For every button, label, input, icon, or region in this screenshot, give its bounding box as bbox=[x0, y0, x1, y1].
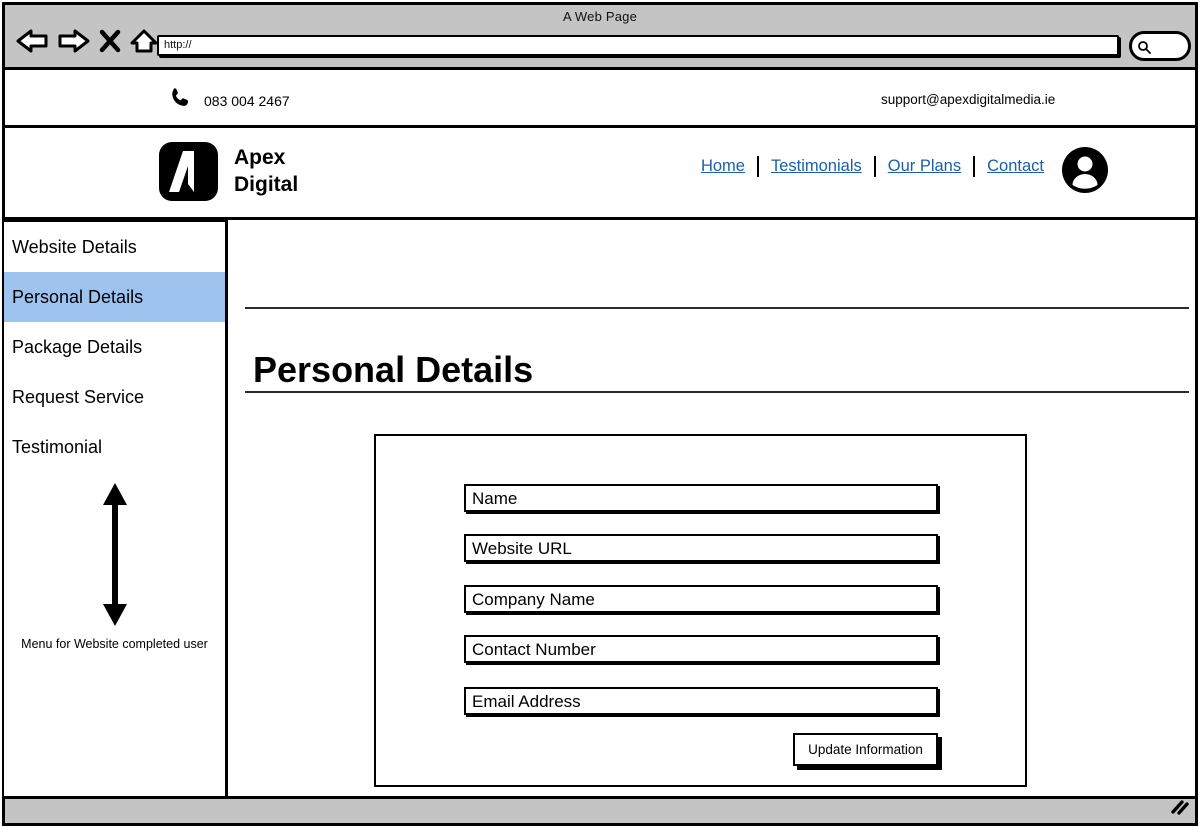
phone-block: 083 004 2467 bbox=[168, 86, 290, 115]
brand-line-1: Apex bbox=[234, 146, 286, 170]
phone-handset-icon bbox=[168, 86, 192, 115]
browser-status-bar bbox=[5, 796, 1195, 823]
website-url-field[interactable]: Website URL bbox=[464, 534, 938, 562]
company-name-field[interactable]: Company Name bbox=[464, 585, 938, 613]
title-rule-bottom bbox=[245, 391, 1189, 393]
brand-block[interactable]: Apex Digital bbox=[159, 142, 298, 201]
close-x-icon[interactable] bbox=[99, 27, 121, 55]
update-information-button[interactable]: Update Information bbox=[793, 733, 938, 766]
email-address-field-value: Email Address bbox=[472, 692, 581, 711]
title-rule-top bbox=[245, 307, 1189, 309]
contact-number-field-value: Contact Number bbox=[472, 640, 596, 659]
page-title: Personal Details bbox=[253, 349, 534, 391]
apex-a-logo-icon bbox=[159, 142, 218, 201]
user-avatar-icon[interactable] bbox=[1061, 146, 1109, 194]
sidebar-item-package-details[interactable]: Package Details bbox=[4, 322, 225, 372]
sidebar-item-request-service[interactable]: Request Service bbox=[4, 372, 225, 422]
site-content: 083 004 2467 support@apexdigitalmedia.ie… bbox=[4, 70, 1195, 796]
nav-link-our-plans[interactable]: Our Plans bbox=[876, 157, 973, 176]
back-arrow-icon[interactable] bbox=[15, 27, 49, 55]
company-name-field-value: Company Name bbox=[472, 590, 595, 609]
brand-name: Apex Digital bbox=[234, 145, 298, 198]
window-title: A Web Page bbox=[562, 9, 638, 24]
sidebar-item-website-details[interactable]: Website Details bbox=[4, 222, 225, 272]
website-url-field-value: Website URL bbox=[472, 539, 572, 558]
forward-arrow-icon[interactable] bbox=[57, 27, 91, 55]
site-header: Apex Digital Home Testimonials Our Plans… bbox=[5, 128, 1195, 220]
contact-topbar: 083 004 2467 support@apexdigitalmedia.ie bbox=[5, 70, 1195, 128]
main-navigation: Home Testimonials Our Plans Contact bbox=[689, 156, 1056, 177]
sidebar-menu: Website Details Personal Details Package… bbox=[4, 220, 228, 796]
sidebar-item-testimonial[interactable]: Testimonial bbox=[4, 422, 225, 472]
browser-nav-icons bbox=[15, 27, 159, 55]
sidebar-item-personal-details[interactable]: Personal Details bbox=[4, 272, 225, 322]
magnifier-icon bbox=[1137, 40, 1151, 59]
email-address-field[interactable]: Email Address bbox=[464, 687, 938, 715]
sidebar-item-label: Website Details bbox=[12, 236, 137, 257]
browser-window: A Web Page http:// 083 004 2467 support@… bbox=[2, 2, 1198, 826]
sidebar-item-label: Request Service bbox=[12, 386, 145, 407]
personal-details-form-panel: Name Website URL Company Name Contact Nu… bbox=[374, 434, 1027, 787]
name-field-value: Name bbox=[472, 489, 518, 508]
brand-line-2: Digital bbox=[234, 172, 299, 196]
main-content: Personal Details Name Website URL Compan… bbox=[231, 220, 1195, 796]
content-row: Website Details Personal Details Package… bbox=[4, 220, 1195, 796]
double-headed-vertical-arrow-icon bbox=[4, 477, 225, 637]
support-email[interactable]: support@apexdigitalmedia.ie bbox=[881, 92, 1055, 107]
sidebar-item-label: Package Details bbox=[12, 336, 143, 357]
sidebar-item-label: Personal Details bbox=[12, 286, 144, 307]
sidebar-caption: Menu for Website completed user bbox=[21, 637, 208, 651]
url-text: http:// bbox=[164, 39, 192, 51]
phone-number[interactable]: 083 004 2467 bbox=[204, 93, 290, 109]
browser-chrome: A Web Page http:// bbox=[5, 5, 1195, 70]
nav-link-testimonials[interactable]: Testimonials bbox=[759, 157, 874, 176]
url-bar[interactable]: http:// bbox=[157, 35, 1119, 56]
resize-grip-icon[interactable] bbox=[1169, 799, 1189, 820]
name-field[interactable]: Name bbox=[464, 484, 938, 512]
nav-link-home[interactable]: Home bbox=[689, 157, 757, 176]
nav-link-contact[interactable]: Contact bbox=[975, 157, 1056, 176]
home-icon[interactable] bbox=[129, 27, 159, 55]
contact-number-field[interactable]: Contact Number bbox=[464, 635, 938, 663]
browser-search-box[interactable] bbox=[1129, 31, 1191, 61]
sidebar-item-label: Testimonial bbox=[12, 436, 103, 457]
